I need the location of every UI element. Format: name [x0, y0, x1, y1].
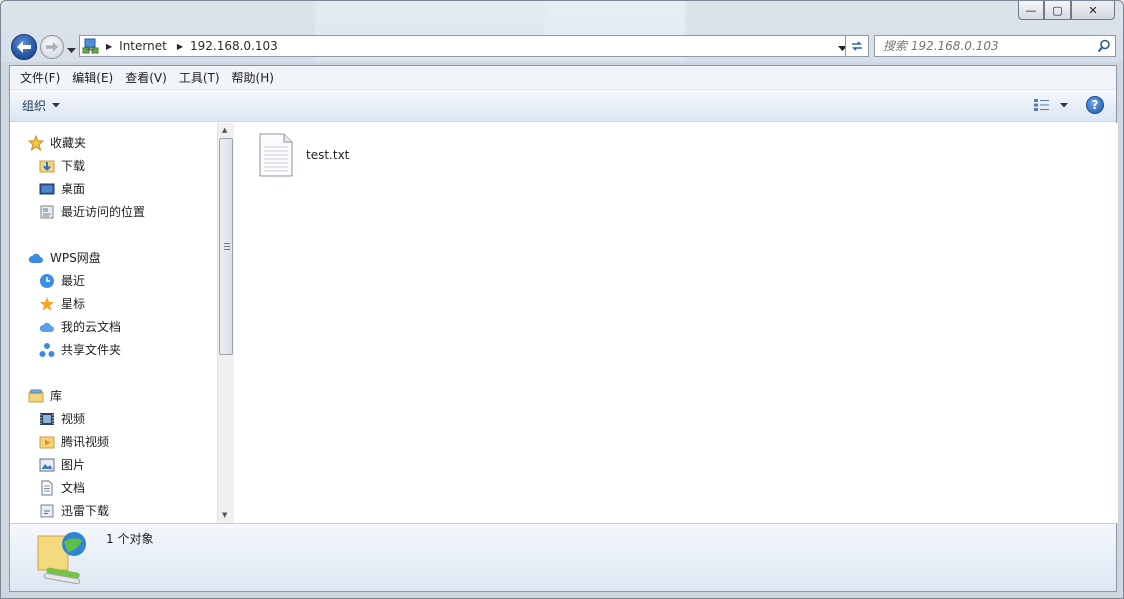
file-item[interactable]: test.txt	[258, 133, 349, 177]
file-name: test.txt	[306, 148, 350, 162]
sidebar-group-favorites[interactable]: 收藏夹	[28, 134, 86, 151]
chevron-down-icon	[52, 103, 61, 108]
navigation-bar: ▶ Internet ▶ 192.168.0.103	[9, 31, 1117, 61]
scroll-up-arrow-icon[interactable]: ▲	[222, 126, 227, 134]
network-share-icon	[37, 532, 86, 585]
command-bar: 组织 ?	[10, 90, 1116, 122]
documents-library-icon	[41, 480, 53, 495]
back-arrow-icon	[17, 41, 31, 53]
video-library-icon	[40, 412, 54, 425]
sidebar-item-starred[interactable]: 星标	[39, 295, 85, 312]
sidebar-item-desktop[interactable]: 桌面	[39, 180, 85, 197]
minimize-button[interactable]: —	[1018, 1, 1044, 20]
shared-folder-icon	[39, 342, 55, 357]
view-options-icon	[1034, 99, 1049, 111]
sidebar-group-libraries[interactable]: 库	[28, 387, 62, 404]
breadcrumb-arrow-icon: ▶	[106, 41, 113, 51]
address-bar[interactable]: ▶ Internet ▶ 192.168.0.103	[79, 35, 851, 57]
sidebar-item-videos[interactable]: 视频	[39, 410, 85, 427]
breadcrumb-host[interactable]: ▶ 192.168.0.103	[177, 39, 288, 53]
search-box[interactable]	[874, 35, 1116, 57]
downloads-folder-icon	[39, 160, 55, 172]
wps-cloud-icon	[28, 253, 43, 263]
libraries-icon	[28, 389, 44, 402]
scrollbar-thumb[interactable]	[219, 138, 233, 355]
explorer-window: — ▢ ✕ ▶ Internet ▶ 192.168.0.103 搜索 192.…	[0, 0, 1124, 599]
close-button[interactable]: ✕	[1071, 1, 1115, 20]
network-location-icon	[82, 37, 100, 55]
help-icon[interactable]: ?	[1086, 96, 1104, 114]
sidebar-group-wps[interactable]: WPS网盘	[28, 249, 101, 266]
item-count: 1 个对象	[106, 532, 154, 546]
pictures-library-icon	[39, 458, 55, 471]
organize-button[interactable]: 组织	[22, 97, 61, 114]
navigation-pane: 收藏夹 下载 桌面 最近访问的位置 WPS网盘 最近 星标 我的云文档 共享文件…	[10, 123, 234, 523]
desktop-icon	[39, 183, 55, 194]
cloud-docs-icon	[39, 322, 54, 332]
favorites-star-icon	[28, 134, 44, 151]
search-icon[interactable]	[1097, 39, 1111, 56]
breadcrumb-internet[interactable]: ▶ Internet	[106, 39, 177, 53]
menu-file[interactable]: 文件(F)	[14, 69, 66, 86]
sidebar-item-shared-folder[interactable]: 共享文件夹	[39, 341, 121, 358]
maximize-button[interactable]: ▢	[1044, 1, 1071, 20]
sidebar-item-downloads[interactable]: 下载	[39, 157, 85, 174]
refresh-icon	[852, 41, 862, 51]
view-options-button[interactable]	[1034, 98, 1068, 112]
navigation-scrollbar[interactable]: ▲ ▼	[217, 123, 234, 523]
menu-view[interactable]: 查看(V)	[119, 69, 173, 86]
caption-buttons: — ▢ ✕	[1018, 1, 1115, 20]
search-input[interactable]	[883, 39, 1093, 53]
star-icon	[40, 296, 54, 311]
file-list: test.txt	[234, 123, 1118, 523]
thunder-download-icon	[40, 504, 54, 517]
clock-icon	[40, 273, 54, 288]
sidebar-item-thunder-downloads[interactable]: 迅雷下载	[39, 502, 109, 519]
text-file-icon	[259, 133, 293, 177]
details-pane: 1 个对象	[10, 523, 1116, 591]
chevron-down-icon	[67, 48, 76, 53]
menu-edit[interactable]: 编辑(E)	[66, 69, 119, 86]
recent-places-icon	[40, 205, 54, 218]
sidebar-item-pictures[interactable]: 图片	[39, 456, 85, 473]
tencent-video-icon	[39, 436, 55, 448]
refresh-button[interactable]	[845, 35, 869, 57]
back-button[interactable]	[11, 34, 37, 60]
menu-help[interactable]: 帮助(H)	[226, 69, 280, 86]
scroll-down-arrow-icon[interactable]: ▼	[222, 511, 227, 519]
chevron-down-icon	[1060, 102, 1068, 107]
sidebar-item-recent-places[interactable]: 最近访问的位置	[39, 203, 145, 220]
sidebar-item-cloud-docs[interactable]: 我的云文档	[39, 318, 121, 335]
sidebar-item-tencent-video[interactable]: 腾讯视频	[39, 433, 109, 450]
menu-tools[interactable]: 工具(T)	[173, 69, 226, 86]
sidebar-item-recent[interactable]: 最近	[39, 272, 85, 289]
breadcrumb-arrow-icon: ▶	[176, 41, 183, 51]
forward-button[interactable]	[40, 35, 64, 59]
explorer-client: 文件(F) 编辑(E) 查看(V) 工具(T) 帮助(H) 组织 ? 收藏夹 下…	[9, 65, 1118, 592]
sidebar-item-documents[interactable]: 文档	[39, 479, 85, 496]
recent-pages-dropdown[interactable]	[67, 43, 76, 57]
menu-bar: 文件(F) 编辑(E) 查看(V) 工具(T) 帮助(H)	[10, 66, 1116, 90]
forward-arrow-icon	[46, 41, 58, 53]
